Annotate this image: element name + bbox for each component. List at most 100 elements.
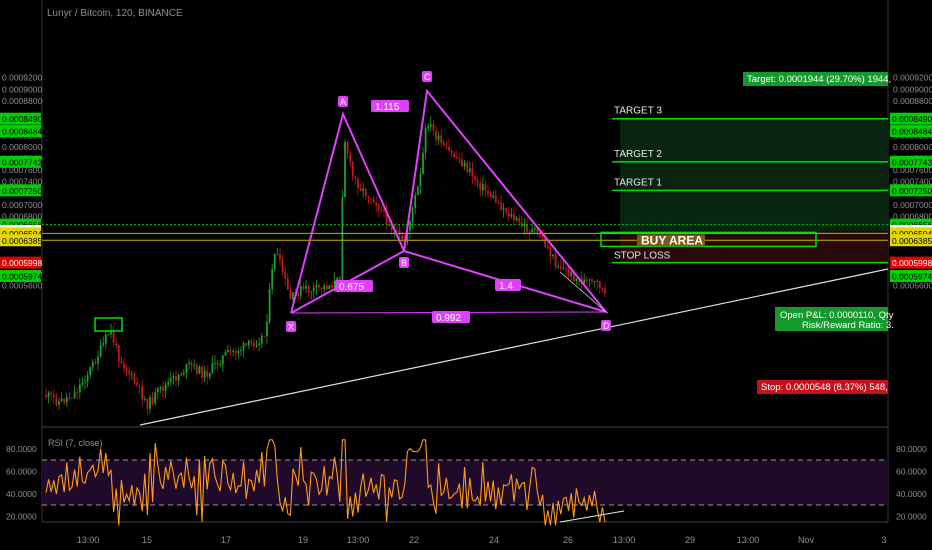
right-price-tick: 0.0007000 <box>893 200 932 210</box>
candle-body <box>107 334 110 336</box>
candle-body <box>68 397 71 399</box>
pattern-ratio-label: 1.115 <box>375 102 400 113</box>
candle-body <box>195 364 198 374</box>
candle-body <box>528 231 531 233</box>
right-price-tick: 0.0008800 <box>893 96 932 106</box>
candle-body <box>99 344 102 357</box>
trading-chart[interactable]: XABCD1.1150.675 1.40.992 0.00092000.00090… <box>0 0 932 550</box>
right-price-badge-label: 0.0007250 <box>892 186 932 196</box>
right-price-badge-label: 0.0005974 <box>892 272 932 282</box>
candle-body <box>247 340 250 346</box>
rsi-right-tick: 60.0000 <box>896 466 927 476</box>
candle-body <box>240 349 242 352</box>
candle-body <box>281 259 284 273</box>
candle-body <box>502 208 505 210</box>
candle-body <box>310 291 313 293</box>
time-tick: 3 <box>881 535 886 545</box>
candle-body <box>208 372 211 377</box>
candle-body <box>221 355 224 365</box>
candle-body <box>234 351 237 353</box>
candle-body <box>559 266 562 269</box>
candle-body <box>500 202 502 210</box>
time-tick: 13:00 <box>347 535 370 545</box>
candle-body <box>588 279 591 281</box>
candle-body <box>518 218 521 223</box>
candle-body <box>125 368 128 371</box>
candle-body <box>458 157 461 160</box>
candle-body <box>507 212 510 217</box>
candle-body <box>58 401 60 405</box>
time-tick: 17 <box>221 535 231 545</box>
time-tick: 22 <box>409 535 419 545</box>
candle-body <box>453 152 456 158</box>
candle-body <box>245 343 248 346</box>
pattern-ratio-label: 0.992 <box>436 313 461 324</box>
candle-body <box>73 392 76 399</box>
candle-body <box>312 287 315 292</box>
candle-body <box>429 124 432 127</box>
candle-body <box>284 272 287 279</box>
candle-body <box>364 188 367 197</box>
candle-body <box>117 345 120 362</box>
candle-body <box>229 349 232 352</box>
candle-body <box>401 235 404 240</box>
candle-body <box>203 370 206 378</box>
candle-body <box>526 224 528 232</box>
candle-body <box>557 266 560 268</box>
candle-body <box>505 208 508 213</box>
candle-body <box>232 351 235 353</box>
candle-body <box>190 362 193 366</box>
left-price-tick: 0.0007000 <box>2 200 42 210</box>
candle-body <box>442 142 445 146</box>
pattern-point-label: X <box>288 322 294 332</box>
right-price-badge-label: 0.0007743 <box>892 157 932 167</box>
candle-body <box>258 343 261 345</box>
time-tick: 13:00 <box>77 535 100 545</box>
candle-body <box>60 398 63 402</box>
candle-body <box>149 397 151 409</box>
rsi-title: RSI (7, close) <box>48 438 103 448</box>
pattern-point-label: A <box>340 97 346 107</box>
right-price-badge-label: 0.0008484 <box>892 127 932 137</box>
candle-body <box>377 205 380 210</box>
candle-body <box>227 349 229 353</box>
candle-body <box>273 254 276 270</box>
pattern-ratio-label: 0.675 <box>339 282 364 293</box>
candle-body <box>604 288 606 294</box>
candle-body <box>151 397 154 404</box>
left-price-badge-label: 0.0005998 <box>2 258 42 268</box>
candle-body <box>172 376 175 379</box>
candle-body <box>169 378 172 383</box>
candle-body <box>476 179 479 183</box>
candle-body <box>237 351 240 353</box>
candle-body <box>325 285 328 290</box>
candle-body <box>271 269 274 290</box>
candle-body <box>86 375 89 382</box>
candle-body <box>266 321 268 337</box>
candle-body <box>45 395 47 397</box>
stop-loss-label: STOP LOSS <box>614 251 671 262</box>
candle-body <box>167 382 170 385</box>
candle-body <box>552 254 554 257</box>
candle-body <box>214 362 216 364</box>
candle-body <box>276 254 279 256</box>
candle-body <box>367 196 370 199</box>
rsi-left-tick: 80.0000 <box>6 444 37 454</box>
candle-body <box>128 370 131 375</box>
candle-body <box>78 384 81 393</box>
rsi-right-tick: 80.0000 <box>896 444 927 454</box>
left-price-tick: 0.0009000 <box>2 84 42 94</box>
candle-body <box>448 146 450 151</box>
candle-body <box>315 284 318 288</box>
candle-body <box>546 246 549 249</box>
candle-body <box>260 335 263 344</box>
candle-body <box>216 362 219 365</box>
target-label: TARGET 3 <box>614 106 662 117</box>
candle-body <box>320 287 323 290</box>
time-tick: 15 <box>142 535 152 545</box>
target-info-text: Target: 0.0001944 (29.70%) 1944, <box>747 74 891 85</box>
stop-info-text: Stop: 0.0000548 (8.37%) 548, <box>761 382 888 393</box>
candle-body <box>89 367 92 376</box>
candle-body <box>359 188 362 191</box>
candle-body <box>219 364 222 366</box>
